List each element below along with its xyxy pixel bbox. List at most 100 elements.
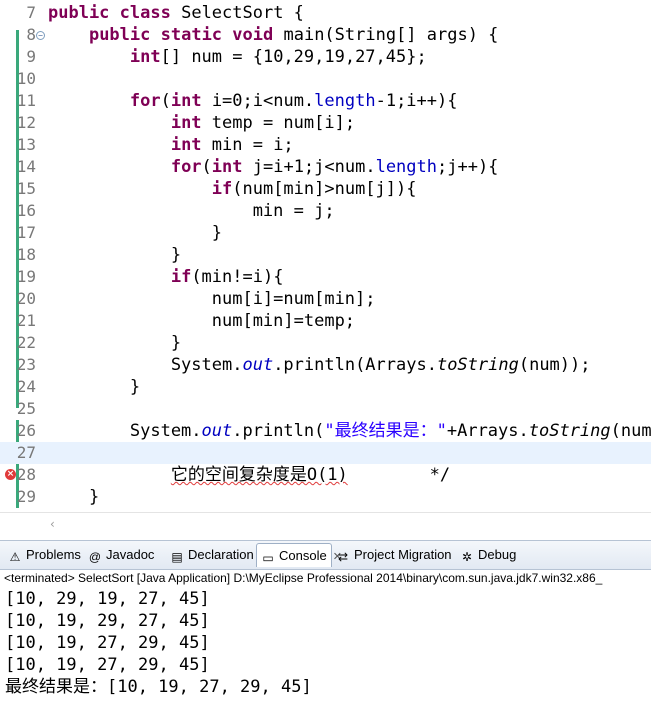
code-token: System. — [48, 421, 202, 441]
code-text: } — [48, 222, 222, 244]
javadoc-icon: @ — [88, 550, 102, 564]
code-line[interactable]: 22 } — [0, 332, 651, 354]
tab-console[interactable]: ▭ Console ✕ — [256, 543, 342, 567]
tab-project-migration[interactable]: ⇄ Project Migration — [332, 543, 454, 567]
horizontal-scrollbar[interactable]: ‹ — [0, 512, 651, 537]
code-token: (num)); — [610, 421, 651, 441]
code-text: } — [48, 376, 140, 398]
code-token: ( — [160, 91, 171, 111]
line-number: 22 — [16, 333, 36, 352]
line-number: 18 — [16, 245, 36, 264]
code-token: class — [119, 3, 171, 23]
code-text: int[] num = {10,29,19,27,45}; — [48, 46, 427, 68]
scroll-left-icon[interactable]: ‹ — [50, 517, 55, 531]
code-token: toString — [436, 355, 519, 375]
code-line[interactable]: 12 int temp = num[i]; — [0, 112, 651, 134]
code-text: } — [48, 244, 181, 266]
tab-javadoc[interactable]: @ Javadoc — [84, 543, 164, 567]
code-line[interactable]: 14 for(int j=i+1;j<num.length;j++){ — [0, 156, 651, 178]
tab-debug[interactable]: ✲ Debug — [456, 543, 516, 567]
line-number: 23 — [16, 355, 36, 374]
code-line[interactable]: 19 if(min!=i){ — [0, 266, 651, 288]
tab-declaration[interactable]: ▤ Declaration — [166, 543, 254, 567]
line-number: 12 — [16, 113, 36, 132]
code-token: j=i+1;j<num. — [242, 157, 376, 177]
code-line[interactable]: 27 — [0, 442, 651, 464]
tab-label: Problems — [26, 547, 81, 562]
code-token: for — [170, 157, 202, 177]
code-token: int — [170, 135, 202, 155]
code-line[interactable]: 23 System.out.println(Arrays.toString(nu… — [0, 354, 651, 376]
code-token: i=0;i<num. — [201, 91, 315, 111]
code-token: int — [211, 157, 243, 177]
code-token: for — [129, 91, 161, 111]
code-text: int temp = num[i]; — [48, 112, 355, 134]
code-line[interactable]: 24 } — [0, 376, 651, 398]
code-line[interactable]: 16 min = j; — [0, 200, 651, 222]
line-number: 9 — [26, 47, 36, 66]
code-line[interactable]: 8− public static void main(String[] args… — [0, 24, 651, 46]
line-number: 15 — [16, 179, 36, 198]
line-number: 7 — [26, 3, 36, 22]
code-line[interactable]: 18 } — [0, 244, 651, 266]
code-token: (min!=i){ — [191, 267, 284, 287]
line-number: 24 — [16, 377, 36, 396]
tab-label: Javadoc — [106, 547, 155, 562]
code-token: } — [48, 245, 182, 265]
code-token: System. — [48, 355, 243, 375]
line-number: 17 — [16, 223, 36, 242]
fold-collapse-icon[interactable]: − — [36, 31, 45, 40]
code-token: +Arrays. — [446, 421, 529, 441]
code-line[interactable]: 28 × 它的空间复杂度是O(1) */ — [0, 464, 651, 486]
line-number: 21 — [16, 311, 36, 330]
code-line[interactable]: 11 for(int i=0;i<num.length-1;i++){ — [0, 90, 651, 112]
code-text: for(int i=0;i<num.length-1;i++){ — [48, 90, 458, 112]
line-number: 11 — [16, 91, 36, 110]
tab-label: Declaration — [188, 547, 254, 562]
code-line[interactable]: 9 int[] num = {10,29,19,27,45}; — [0, 46, 651, 68]
code-editor[interactable]: 7 public class SelectSort {8− public stat… — [0, 0, 651, 512]
code-line[interactable]: 13 int min = i; — [0, 134, 651, 156]
console-icon: ▭ — [262, 551, 274, 565]
console-line: [10, 19, 27, 29, 45] — [5, 633, 210, 653]
code-line[interactable]: 21 num[min]=temp; — [0, 310, 651, 332]
code-token: .println( — [232, 421, 325, 441]
code-token: -1;i++){ — [375, 91, 458, 111]
code-token: "最终结果是：" — [324, 421, 447, 441]
console-output[interactable]: [10, 29, 19, 27, 45] [10, 19, 29, 27, 45]… — [0, 588, 651, 715]
tab-label: Project Migration — [354, 547, 452, 562]
code-line[interactable]: 10 — [0, 68, 651, 90]
error-icon[interactable]: × — [5, 469, 16, 480]
tab-problems[interactable]: ⚠ Problems — [4, 543, 82, 567]
line-number: 20 — [16, 289, 36, 308]
code-token: toString — [528, 421, 611, 441]
code-text: num[i]=num[min]; — [48, 288, 376, 310]
code-token: } — [48, 333, 182, 353]
code-line[interactable]: 25 — [0, 398, 651, 420]
declaration-icon: ▤ — [171, 550, 183, 564]
code-line[interactable]: 20 num[i]=num[min]; — [0, 288, 651, 310]
code-token: temp = num[i]; — [201, 113, 356, 133]
code-line[interactable]: 17 } — [0, 222, 651, 244]
code-text: if(min!=i){ — [48, 266, 284, 288]
code-line[interactable]: 7 public class SelectSort { — [0, 2, 651, 24]
code-line[interactable]: 15 if(num[min]>num[j]){ — [0, 178, 651, 200]
code-text: num[min]=temp; — [48, 310, 355, 332]
code-token: } — [48, 377, 141, 397]
code-text: for(int j=i+1;j<num.length;j++){ — [48, 156, 499, 178]
tab-label: Console — [279, 548, 327, 563]
code-text: 它的空间复杂度是O(1) */ — [48, 464, 450, 486]
line-number: 19 — [16, 267, 36, 286]
code-line[interactable]: 29 } — [0, 486, 651, 508]
code-text: if(num[min]>num[j]){ — [48, 178, 417, 200]
code-line[interactable]: 26 System.out.println("最终结果是："+Arrays.to… — [0, 420, 651, 442]
code-token: out — [201, 421, 233, 441]
code-token: ;j++){ — [437, 157, 499, 177]
